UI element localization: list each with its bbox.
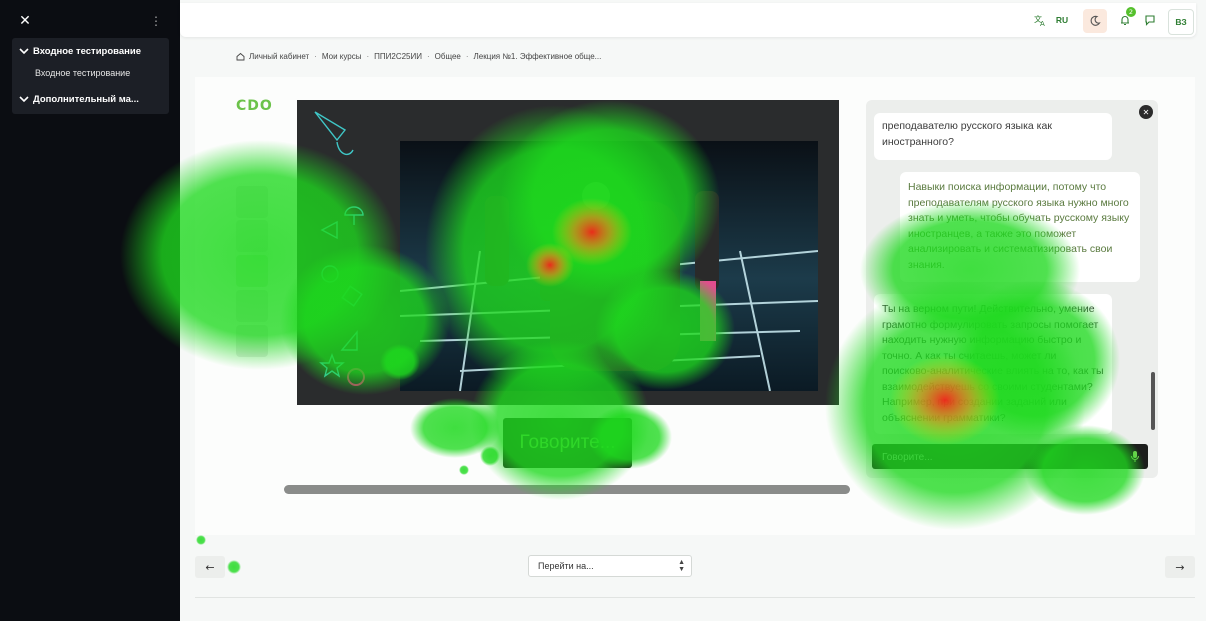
kebab-icon: ⋮ <box>150 14 162 28</box>
close-icon: ✕ <box>1142 107 1150 117</box>
chat-tool-button[interactable] <box>236 255 268 287</box>
chat-input[interactable] <box>880 448 1124 467</box>
video-player[interactable] <box>400 141 818 391</box>
breadcrumb-separator: · <box>465 51 469 61</box>
breadcrumb-item[interactable]: Общее <box>435 52 461 61</box>
home-icon <box>236 52 245 60</box>
section-label: Дополнительный ма... <box>33 93 139 105</box>
chevron-down-icon <box>19 96 29 103</box>
section-label: Входное тестирование <box>33 45 142 57</box>
cdo-logo: CDO <box>236 98 273 114</box>
close-icon: ✕ <box>19 13 31 29</box>
tool-button[interactable] <box>236 220 268 252</box>
next-activity-button[interactable]: → <box>1165 556 1195 578</box>
moon-icon <box>1090 15 1101 26</box>
theme-toggle-button[interactable] <box>1083 9 1107 33</box>
sort-arrows-icon: ▲ ▼ <box>678 559 685 573</box>
tool-button[interactable] <box>236 325 268 357</box>
chat-input-bar <box>872 444 1148 469</box>
breadcrumb-separator: · <box>427 51 430 61</box>
svg-text:A: A <box>1040 20 1045 27</box>
messages-button[interactable] <box>1142 3 1158 37</box>
breadcrumb-item[interactable]: ППИ2С25ИИ <box>374 52 422 61</box>
top-navbar: 文A RU 2 ВЗ <box>180 3 1196 37</box>
arrow-left-icon: ← <box>205 560 215 574</box>
breadcrumb-item[interactable]: Мои курсы <box>322 52 362 61</box>
user-menu-avatar[interactable]: ВЗ <box>1168 9 1194 35</box>
breadcrumb-item[interactable]: Личный кабинет <box>249 52 309 61</box>
arrow-right-icon: → <box>1175 560 1185 574</box>
toc-item-entry-testing[interactable]: Входное тестирование <box>35 68 130 78</box>
notification-count-badge: 2 <box>1126 7 1136 17</box>
chat-scrollbar[interactable] <box>1151 372 1155 430</box>
footer-divider <box>195 597 1195 598</box>
chat-message-bot: Ты на верном пути! Действительно, умение… <box>874 294 1112 434</box>
close-chat-button[interactable]: ✕ <box>1139 105 1153 119</box>
tool-button[interactable] <box>236 290 268 322</box>
drawer-menu-button[interactable]: ⋮ <box>146 10 166 32</box>
drawer-header: ✕ ⋮ <box>10 8 170 34</box>
chat-message-bot: преподавателю русского языка как иностра… <box>874 113 1112 160</box>
tool-button[interactable] <box>236 186 268 218</box>
breadcrumb-item: Лекция №1. Эффективное обще... <box>473 51 602 61</box>
jump-to-label: Перейти на... <box>538 561 594 571</box>
horizontal-scrollbar[interactable] <box>284 485 850 494</box>
translate-icon[interactable]: 文A <box>1032 3 1048 37</box>
breadcrumb: Личный кабинет · Мои курсы · ППИ2С25ИИ · Об… <box>236 50 601 62</box>
breadcrumb-separator: · <box>366 51 370 61</box>
section-additional-materials[interactable]: Дополнительный ма... <box>18 89 139 109</box>
chevron-down-icon <box>19 48 29 55</box>
section-entry-testing[interactable]: Входное тестирование <box>18 41 141 61</box>
close-drawer-button[interactable]: ✕ <box>14 10 36 32</box>
jump-to-select[interactable]: Перейти на... ▲ ▼ <box>528 555 692 577</box>
chat-message-user: Навыки поиска информации, потому что пре… <box>900 172 1140 282</box>
speak-button[interactable]: Говорите... <box>503 418 632 468</box>
video-frame <box>400 141 818 391</box>
course-index: Входное тестирование Входное тестировани… <box>12 38 169 114</box>
language-selector[interactable]: RU <box>1055 3 1069 37</box>
course-index-drawer: ✕ ⋮ Входное тестирование Входное тестиро… <box>0 0 180 621</box>
breadcrumb-separator: · <box>314 51 317 61</box>
previous-activity-button[interactable]: ← <box>195 556 225 578</box>
microphone-icon[interactable] <box>1128 449 1142 464</box>
chat-icon <box>1145 15 1155 26</box>
